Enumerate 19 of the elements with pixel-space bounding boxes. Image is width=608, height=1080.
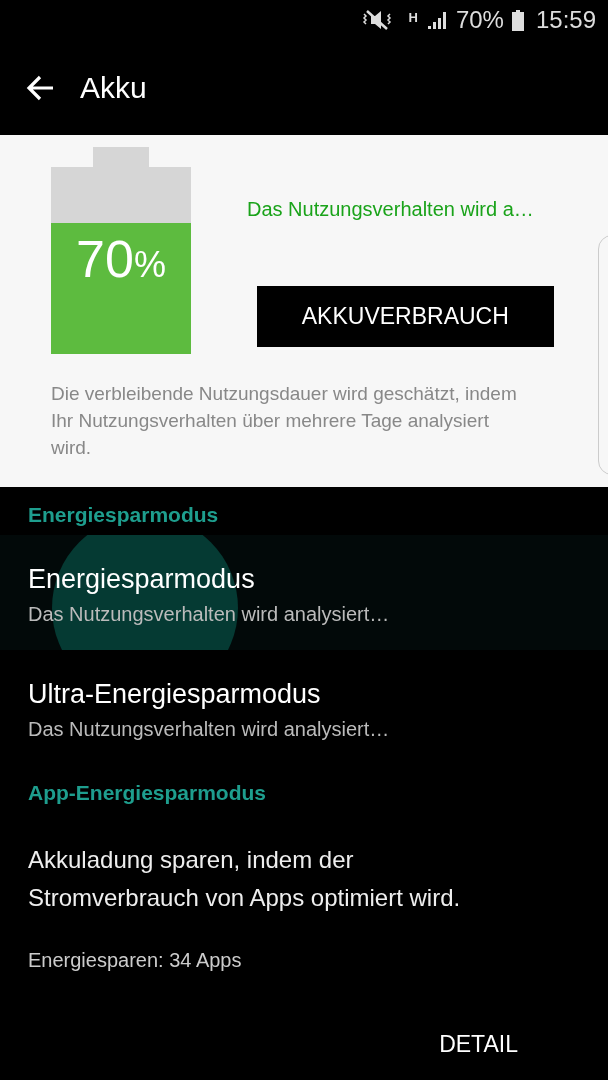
battery-percent: 70% bbox=[455, 5, 504, 35]
settings-item[interactable]: Energiesparmodus Das Nutzungsverhalten wird analysiert… bbox=[0, 535, 608, 650]
status-text: Das Nutzungsverhalten wird a… bbox=[247, 197, 534, 222]
detail-button[interactable]: DETAIL bbox=[423, 1019, 534, 1070]
mute-icon bbox=[360, 9, 393, 31]
clock: 15:59 bbox=[535, 5, 596, 35]
battery-usage-button[interactable]: AKKUVERBRAUCH bbox=[256, 286, 554, 347]
apps-count-text: Energiesparen: 34 Apps bbox=[27, 948, 243, 973]
battery-icon bbox=[511, 9, 524, 31]
signal-icon bbox=[425, 9, 448, 31]
back-arrow-icon[interactable] bbox=[26, 74, 54, 101]
section-header: App-Energiesparmodus bbox=[27, 780, 268, 806]
network-type-text: H bbox=[408, 9, 418, 27]
battery-percent-large: 70% bbox=[75, 233, 167, 285]
info-text: Akkuladung sparen, indem der Stromverbrauch von Apps optimiert wird. bbox=[27, 845, 462, 913]
screen-title: Akku bbox=[80, 70, 147, 106]
section-header: Energiesparmodus bbox=[27, 502, 220, 528]
description-text: Die verbleibende Nutzungsdauer wird geschätzt, indem Ihr Nutzungsverhalten über mehrere Tage analysiert wird. bbox=[51, 382, 518, 460]
settings-item[interactable]: Ultra-Energiesparmodus Das Nutzungsverhalten wird analysiert… bbox=[0, 650, 608, 765]
